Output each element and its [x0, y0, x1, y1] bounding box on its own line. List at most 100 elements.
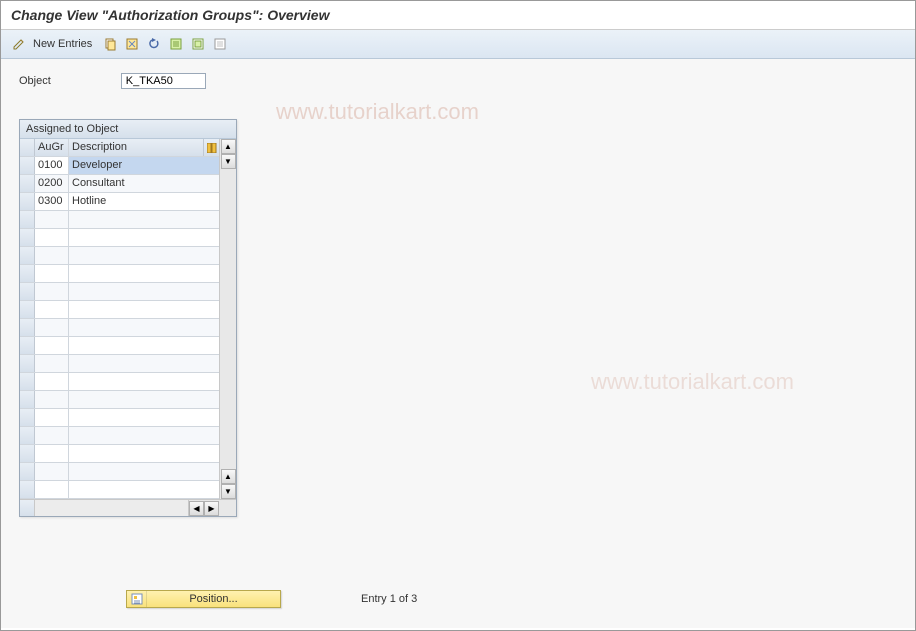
col-header-augr[interactable]: AuGr [35, 139, 69, 156]
table-row-empty[interactable] [20, 229, 219, 247]
row-selector-header[interactable] [20, 139, 35, 156]
row-selector[interactable] [20, 355, 35, 372]
object-input[interactable] [121, 73, 206, 89]
row-selector[interactable] [20, 409, 35, 426]
table-row[interactable]: 0100Developer [20, 157, 219, 175]
cell-augr[interactable]: 0200 [35, 175, 69, 192]
row-selector[interactable] [20, 463, 35, 480]
table-row-empty[interactable] [20, 283, 219, 301]
scroll-up-step-icon[interactable]: ▲ [221, 469, 236, 484]
hscroll-track[interactable] [35, 500, 189, 516]
table-row-empty[interactable] [20, 301, 219, 319]
cell-augr[interactable] [35, 265, 69, 282]
table-row-empty[interactable] [20, 391, 219, 409]
cell-desc[interactable] [69, 463, 219, 480]
cell-desc[interactable] [69, 319, 219, 336]
scroll-down-icon[interactable]: ▼ [221, 484, 236, 499]
table-row-empty[interactable] [20, 337, 219, 355]
toggle-display-change-icon[interactable] [9, 34, 29, 54]
cell-augr[interactable] [35, 211, 69, 228]
scroll-down-step-icon[interactable]: ▼ [221, 154, 236, 169]
table-row-empty[interactable] [20, 265, 219, 283]
cell-desc[interactable] [69, 283, 219, 300]
cell-desc[interactable] [69, 445, 219, 462]
scroll-up-icon[interactable]: ▲ [221, 139, 236, 154]
configure-columns-icon[interactable] [203, 139, 219, 156]
cell-augr[interactable] [35, 283, 69, 300]
scroll-right-icon[interactable]: ▶ [204, 501, 219, 516]
position-button[interactable]: Position... [126, 590, 281, 608]
cell-augr[interactable] [35, 481, 69, 498]
table-row-empty[interactable] [20, 319, 219, 337]
cell-desc[interactable] [69, 211, 219, 228]
row-selector[interactable] [20, 373, 35, 390]
table-row-empty[interactable] [20, 373, 219, 391]
cell-augr[interactable] [35, 337, 69, 354]
undo-change-icon[interactable] [144, 34, 164, 54]
horizontal-scrollbar[interactable]: ◀ ▶ [20, 499, 236, 516]
row-selector[interactable] [20, 391, 35, 408]
row-selector[interactable] [20, 337, 35, 354]
row-selector[interactable] [20, 283, 35, 300]
scroll-left-icon[interactable]: ◀ [189, 501, 204, 516]
table-row-empty[interactable] [20, 445, 219, 463]
cell-desc[interactable] [69, 391, 219, 408]
cell-desc[interactable]: Developer [69, 157, 219, 174]
cell-augr[interactable] [35, 319, 69, 336]
row-selector[interactable] [20, 427, 35, 444]
row-selector[interactable] [20, 301, 35, 318]
delete-icon[interactable] [122, 34, 142, 54]
title-bar: Change View "Authorization Groups": Over… [1, 1, 915, 30]
cell-desc[interactable]: Consultant [69, 175, 219, 192]
select-block-icon[interactable] [188, 34, 208, 54]
cell-augr[interactable]: 0300 [35, 193, 69, 210]
row-selector[interactable] [20, 481, 35, 498]
cell-augr[interactable] [35, 355, 69, 372]
table-row-empty[interactable] [20, 247, 219, 265]
table-row-empty[interactable] [20, 409, 219, 427]
cell-desc[interactable] [69, 229, 219, 246]
table-row-empty[interactable] [20, 427, 219, 445]
row-selector[interactable] [20, 247, 35, 264]
cell-augr[interactable] [35, 373, 69, 390]
table-row-empty[interactable] [20, 211, 219, 229]
cell-desc[interactable] [69, 373, 219, 390]
cell-desc[interactable] [69, 337, 219, 354]
row-selector[interactable] [20, 229, 35, 246]
cell-desc[interactable] [69, 409, 219, 426]
cell-augr[interactable] [35, 229, 69, 246]
row-selector[interactable] [20, 211, 35, 228]
cell-augr[interactable] [35, 301, 69, 318]
cell-desc[interactable] [69, 247, 219, 264]
cell-desc[interactable] [69, 301, 219, 318]
table-row-empty[interactable] [20, 463, 219, 481]
cell-augr[interactable] [35, 463, 69, 480]
deselect-all-icon[interactable] [210, 34, 230, 54]
row-selector[interactable] [20, 445, 35, 462]
cell-desc[interactable] [69, 265, 219, 282]
cell-augr[interactable] [35, 427, 69, 444]
cell-desc[interactable] [69, 481, 219, 498]
vertical-scrollbar[interactable]: ▲ ▼ ▲ ▼ [219, 139, 236, 499]
cell-augr[interactable] [35, 391, 69, 408]
cell-desc[interactable]: Hotline [69, 193, 219, 210]
row-selector[interactable] [20, 175, 35, 192]
cell-desc[interactable] [69, 427, 219, 444]
table-row-empty[interactable] [20, 355, 219, 373]
cell-augr[interactable] [35, 247, 69, 264]
copy-as-icon[interactable] [100, 34, 120, 54]
cell-augr[interactable] [35, 409, 69, 426]
cell-desc[interactable] [69, 355, 219, 372]
cell-augr[interactable] [35, 445, 69, 462]
row-selector[interactable] [20, 157, 35, 174]
table-row[interactable]: 0200Consultant [20, 175, 219, 193]
col-header-desc[interactable]: Description [69, 139, 203, 156]
row-selector[interactable] [20, 193, 35, 210]
table-row-empty[interactable] [20, 481, 219, 499]
row-selector[interactable] [20, 319, 35, 336]
table-row[interactable]: 0300Hotline [20, 193, 219, 211]
row-selector[interactable] [20, 265, 35, 282]
cell-augr[interactable]: 0100 [35, 157, 69, 174]
new-entries-button[interactable]: New Entries [31, 34, 98, 54]
select-all-icon[interactable] [166, 34, 186, 54]
